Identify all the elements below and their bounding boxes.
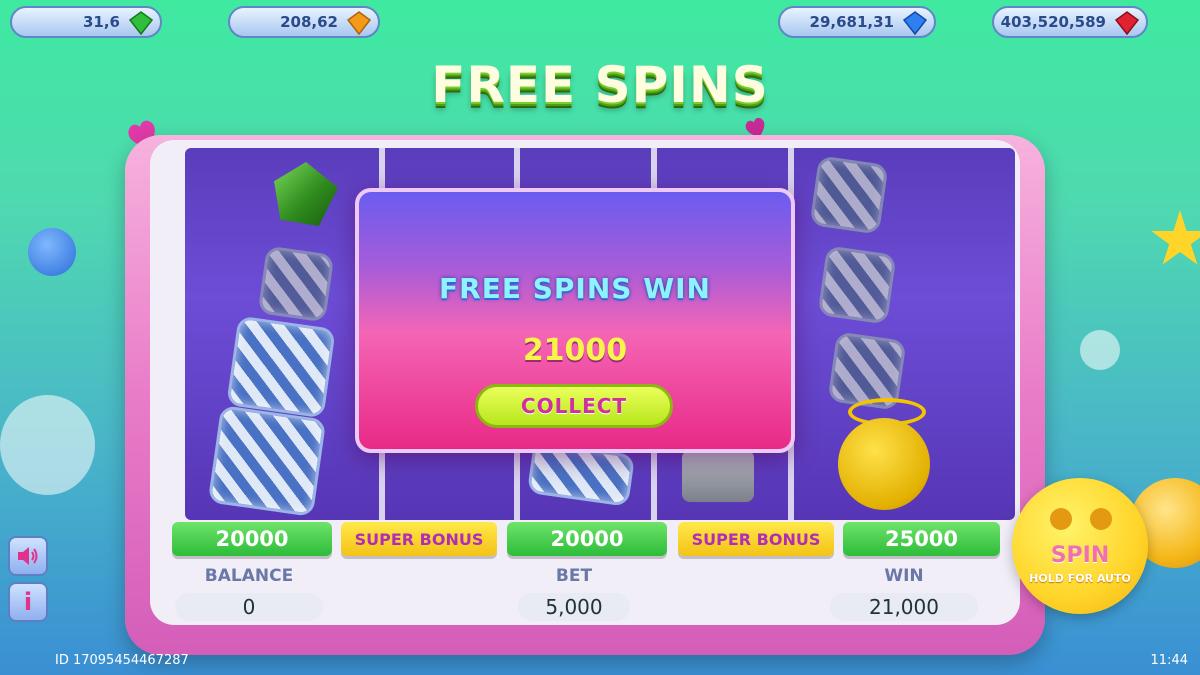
- jackpot-value: 208,62: [280, 13, 338, 31]
- striped-candy-symbol-icon: [207, 405, 327, 517]
- dialog-title: FREE SPINS WIN: [439, 272, 711, 305]
- spin-eye-right: [1090, 508, 1112, 530]
- spin-hold-label: HOLD FOR AUTO: [1029, 572, 1131, 585]
- bet-label: BET: [555, 566, 593, 586]
- spin-label: SPIN: [1050, 543, 1110, 568]
- jackpot-value: 29,681,31: [809, 13, 894, 31]
- thumbs-up-decor-icon: [28, 228, 76, 276]
- striped-candy-symbol-icon: [257, 245, 335, 323]
- green-gem-icon: [128, 11, 154, 36]
- jackpot-value: 31,6: [82, 13, 120, 31]
- reel-win-label: 20000: [507, 522, 667, 556]
- blue-gem-icon: [902, 11, 928, 36]
- chat-bubble-decor-icon: [1080, 330, 1120, 370]
- safe-symbol-icon: [682, 450, 754, 502]
- orange-gem-icon: [346, 11, 372, 36]
- reel-win-label: 20000: [172, 522, 332, 556]
- win-value: 21,000: [830, 593, 978, 621]
- balance-label: BALANCE: [204, 566, 294, 586]
- sound-button[interactable]: [8, 536, 48, 576]
- jackpot-blue: 29,681,31: [778, 6, 936, 38]
- speaker-icon: [18, 547, 38, 565]
- collect-button[interactable]: COLLECT: [475, 384, 673, 428]
- spin-eye-left: [1050, 508, 1072, 530]
- jackpot-orange: 208,62: [228, 6, 380, 38]
- striped-candy-symbol-icon: [809, 155, 889, 235]
- info-icon: i: [23, 588, 33, 616]
- jackpot-value: 403,520,589: [1000, 13, 1106, 31]
- reel-bonus-label: SUPER BONUS: [341, 522, 497, 556]
- reel-win-label: 25000: [843, 522, 1000, 556]
- session-id: ID 17095454467287: [55, 653, 189, 668]
- balance-value: 0: [175, 593, 323, 621]
- free-spins-title: FREE SPINS: [431, 56, 769, 114]
- striped-candy-symbol-icon: [226, 315, 336, 419]
- win-label: WIN: [884, 566, 924, 586]
- clock: 11:44: [1150, 653, 1188, 668]
- striped-candy-symbol-icon: [817, 245, 897, 325]
- win-amount: 21000: [522, 333, 628, 368]
- angel-emoji-symbol-icon: [838, 418, 930, 510]
- bet-value[interactable]: 5,000: [518, 593, 630, 621]
- red-gem-icon: [1114, 11, 1140, 36]
- star-decor-icon: [1151, 210, 1200, 265]
- info-button[interactable]: i: [8, 582, 48, 622]
- jackpot-green: 31,6: [10, 6, 162, 38]
- jackpot-red: 403,520,589: [992, 6, 1148, 38]
- chat-bubble-decor-icon: [0, 395, 95, 495]
- reel-bonus-label: SUPER BONUS: [678, 522, 834, 556]
